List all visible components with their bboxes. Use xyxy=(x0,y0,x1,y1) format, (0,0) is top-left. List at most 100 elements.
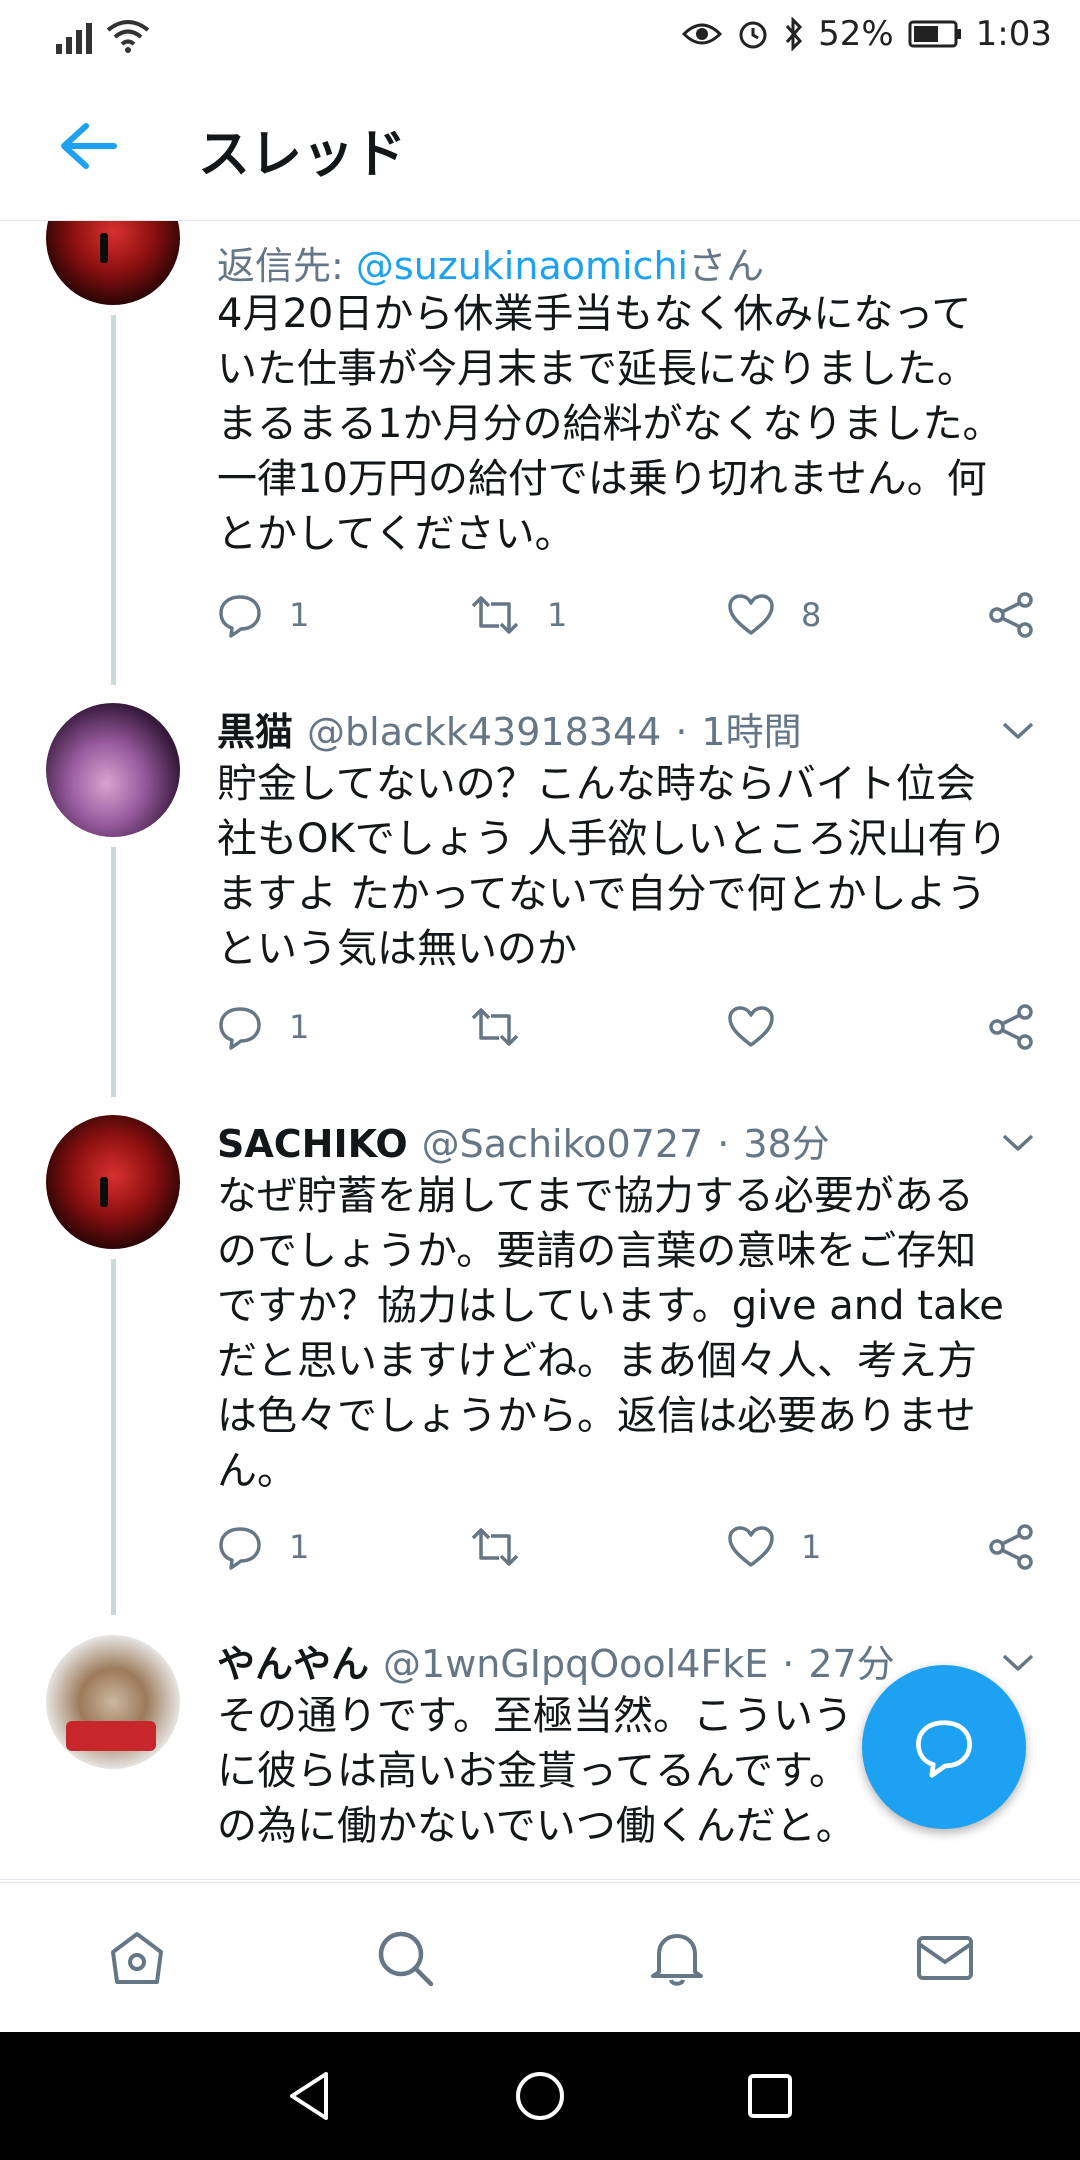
separator-dot: · xyxy=(675,710,688,754)
clock: 1:03 xyxy=(975,14,1052,54)
reply-bubble-icon xyxy=(916,1720,972,1778)
reply-to-line: 返信先: @suzukinaomichiさん xyxy=(217,235,764,290)
author-handle[interactable]: @blackk43918344 xyxy=(307,710,661,754)
reply-count: 1 xyxy=(289,596,310,634)
system-navigation-bar xyxy=(0,2032,1080,2160)
tweet-text-line: だと思いますけどね。まあ個々人、考え方 xyxy=(217,1338,977,1384)
timestamp[interactable]: 38分 xyxy=(743,1113,829,1168)
share-button[interactable] xyxy=(987,997,1035,1057)
retweet-button[interactable] xyxy=(469,997,547,1057)
thread-line xyxy=(111,1259,116,1615)
share-button[interactable] xyxy=(987,1517,1035,1577)
like-button[interactable] xyxy=(727,997,801,1057)
tweet-text-line: まるまる1か月分の給料がなくなりました。 xyxy=(217,401,1003,447)
share-icon xyxy=(989,1524,1033,1570)
reply-icon xyxy=(219,1527,261,1570)
wifi-icon xyxy=(106,20,150,53)
tweet[interactable]: 黒猫 @blackk43918344 · 1時間 貯金してないの？こんな時ならバ… xyxy=(0,689,1080,1101)
reply-count: 1 xyxy=(289,1528,310,1566)
tweet-text-line: 4月20日から休業手当もなく休みになって xyxy=(217,291,972,337)
home-icon xyxy=(111,1932,163,1984)
avatar[interactable] xyxy=(46,1115,180,1249)
status-bar: 52% 1:03 xyxy=(0,0,1080,72)
tweet-text-line: は色々でしょうから。返信は必要ありませ xyxy=(217,1393,976,1439)
separator-dot: · xyxy=(717,1122,730,1166)
nav-messages[interactable] xyxy=(910,1923,980,1993)
avatar[interactable] xyxy=(46,221,180,305)
nav-home[interactable] xyxy=(102,1923,172,1993)
heart-icon xyxy=(728,1526,774,1567)
timestamp[interactable]: 1時間 xyxy=(701,701,801,756)
tweet-text-line: 社もOKでしょう 人手欲しいところ沢山有り xyxy=(217,816,1008,862)
tweet-text: なぜ貯蓄を崩してまで協力する必要がある のでしょうか。要請の言葉の意味をご存知 … xyxy=(217,1169,1047,1499)
retweet-icon xyxy=(471,1528,519,1566)
tweet-header: 黒猫 @blackk43918344 · 1時間 xyxy=(217,701,802,756)
battery-percent: 52% xyxy=(818,14,894,54)
tweet-text-line: ますよ たかってないで自分で何とかしよう xyxy=(217,871,987,917)
thread-line xyxy=(111,315,116,685)
tweet-text-line: ですか？協力はしています。give and take xyxy=(217,1283,1004,1329)
heart-icon xyxy=(728,594,774,635)
reply-button[interactable]: 1 xyxy=(217,997,309,1057)
search-icon xyxy=(378,1931,434,1987)
like-button[interactable]: 8 xyxy=(727,585,821,645)
tweet-text: 貯金してないの？こんな時ならバイト位会 社もOKでしょう 人手欲しいところ沢山有… xyxy=(217,757,1047,977)
back-triangle-icon[interactable] xyxy=(280,2066,340,2126)
bell-icon xyxy=(651,1934,703,1986)
nav-notifications[interactable] xyxy=(642,1923,712,1993)
tweet-text-line: いた仕事が今月末まで延長になりました。 xyxy=(217,346,977,392)
author-name[interactable]: 黒猫 xyxy=(217,701,293,756)
thread-timeline[interactable]: 返信先: @suzukinaomichiさん 4月20日から休業手当もなく休みに… xyxy=(0,221,1080,1881)
reply-prefix: 返信先: xyxy=(217,244,356,288)
author-name[interactable]: SACHIKO xyxy=(217,1122,408,1166)
tweet-text-line: という気は無いのか xyxy=(217,926,577,972)
bottom-navigation xyxy=(0,1882,1080,2033)
heart-icon xyxy=(728,1006,774,1047)
tweet[interactable]: 返信先: @suzukinaomichiさん 4月20日から休業手当もなく休みに… xyxy=(0,221,1080,689)
retweet-count: 1 xyxy=(547,596,568,634)
tweet-actions: 1 1 xyxy=(217,1517,1047,1577)
tweet[interactable]: SACHIKO @Sachiko0727 · 38分 なぜ貯蓄を崩してまで協力す… xyxy=(0,1101,1080,1621)
retweet-button[interactable] xyxy=(469,1517,547,1577)
chevron-down-icon[interactable] xyxy=(1000,719,1036,743)
author-handle[interactable]: @1wnGIpqOool4FkE xyxy=(383,1642,768,1686)
eye-icon xyxy=(682,23,723,45)
tweet-text-line: 貯金してないの？こんな時ならバイト位会 xyxy=(217,761,976,807)
compose-reply-button[interactable] xyxy=(862,1665,1026,1829)
reply-button[interactable]: 1 xyxy=(217,585,309,645)
share-button[interactable] xyxy=(987,585,1035,645)
battery-icon xyxy=(908,20,961,48)
reply-suffix: さん xyxy=(688,244,765,288)
timestamp[interactable]: 27分 xyxy=(808,1633,894,1688)
like-button[interactable]: 1 xyxy=(727,1517,821,1577)
bluetooth-icon xyxy=(785,17,803,51)
mail-icon xyxy=(917,1936,973,1980)
retweet-icon xyxy=(471,596,519,634)
avatar[interactable] xyxy=(46,1635,180,1769)
retweet-button[interactable]: 1 xyxy=(469,585,567,645)
arrow-left-icon[interactable] xyxy=(58,120,118,172)
tweet-header: SACHIKO @Sachiko0727 · 38分 xyxy=(217,1113,830,1168)
separator-dot: · xyxy=(782,1642,795,1686)
tweet-text-line: とかしてください。 xyxy=(217,511,575,557)
share-icon xyxy=(989,1004,1033,1050)
nav-search[interactable] xyxy=(370,1923,440,1993)
author-handle[interactable]: @Sachiko0727 xyxy=(422,1122,704,1166)
tweet-text-line: 一律10万円の給付では乗り切れません。何 xyxy=(217,456,987,502)
chevron-down-icon[interactable] xyxy=(1000,1131,1036,1155)
like-count: 1 xyxy=(801,1528,822,1566)
like-count: 8 xyxy=(801,596,822,634)
alarm-icon xyxy=(739,21,767,49)
reply-button[interactable]: 1 xyxy=(217,1517,309,1577)
page-title: スレッド xyxy=(198,125,407,185)
divider xyxy=(0,1879,1080,1880)
avatar[interactable] xyxy=(46,703,180,837)
tweet-text-line: ん。 xyxy=(217,1448,297,1494)
reply-handle-link[interactable]: @suzukinaomichi xyxy=(356,244,688,288)
author-name[interactable]: やんやん xyxy=(217,1633,369,1688)
recent-apps-icon[interactable] xyxy=(740,2066,800,2126)
chevron-down-icon[interactable] xyxy=(1000,1651,1036,1675)
tweet-actions: 1 xyxy=(217,997,1047,1057)
home-circle-icon[interactable] xyxy=(510,2066,570,2126)
tweet-text-line: なぜ貯蓄を崩してまで協力する必要がある xyxy=(217,1173,974,1219)
